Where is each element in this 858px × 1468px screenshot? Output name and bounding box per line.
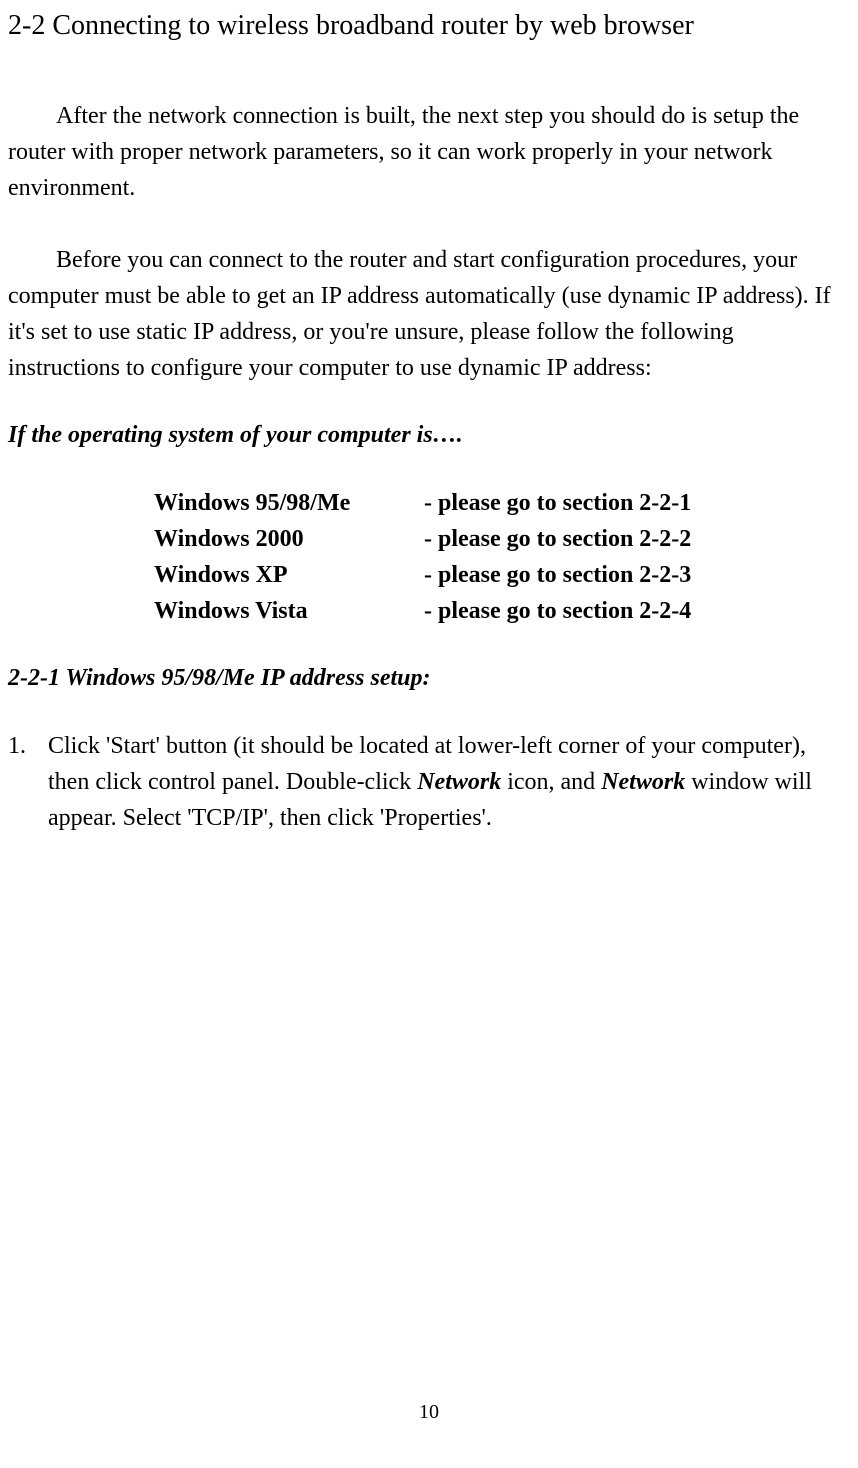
paragraph-1: After the network connection is built, t…	[8, 98, 848, 206]
step-text: Click 'Start' button (it should be locat…	[48, 728, 848, 836]
paragraph-2: Before you can connect to the router and…	[8, 242, 848, 386]
os-ref: - please go to section 2-2-3	[424, 557, 848, 593]
step-text-part: icon, and	[501, 769, 601, 795]
network-emphasis: Network	[417, 769, 501, 795]
os-row: Windows XP - please go to section 2-2-3	[154, 557, 848, 593]
os-ref: - please go to section 2-2-4	[424, 593, 848, 629]
os-name: Windows Vista	[154, 593, 424, 629]
step-number: 1.	[8, 728, 48, 836]
os-row: Windows Vista - please go to section 2-2…	[154, 593, 848, 629]
step-row: 1. Click 'Start' button (it should be lo…	[8, 728, 848, 836]
os-table: Windows 95/98/Me - please go to section …	[154, 485, 848, 629]
section-title: 2-2 Connecting to wireless broadband rou…	[8, 10, 848, 42]
os-heading: If the operating system of your computer…	[8, 422, 848, 449]
network-emphasis: Network	[601, 769, 685, 795]
subsection-title: 2-2-1 Windows 95/98/Me IP address setup:	[8, 665, 848, 692]
os-name: Windows XP	[154, 557, 424, 593]
os-name: Windows 2000	[154, 521, 424, 557]
os-ref: - please go to section 2-2-2	[424, 521, 848, 557]
os-ref: - please go to section 2-2-1	[424, 485, 848, 521]
os-row: Windows 95/98/Me - please go to section …	[154, 485, 848, 521]
page-number: 10	[0, 1401, 858, 1424]
os-row: Windows 2000 - please go to section 2-2-…	[154, 521, 848, 557]
os-name: Windows 95/98/Me	[154, 485, 424, 521]
